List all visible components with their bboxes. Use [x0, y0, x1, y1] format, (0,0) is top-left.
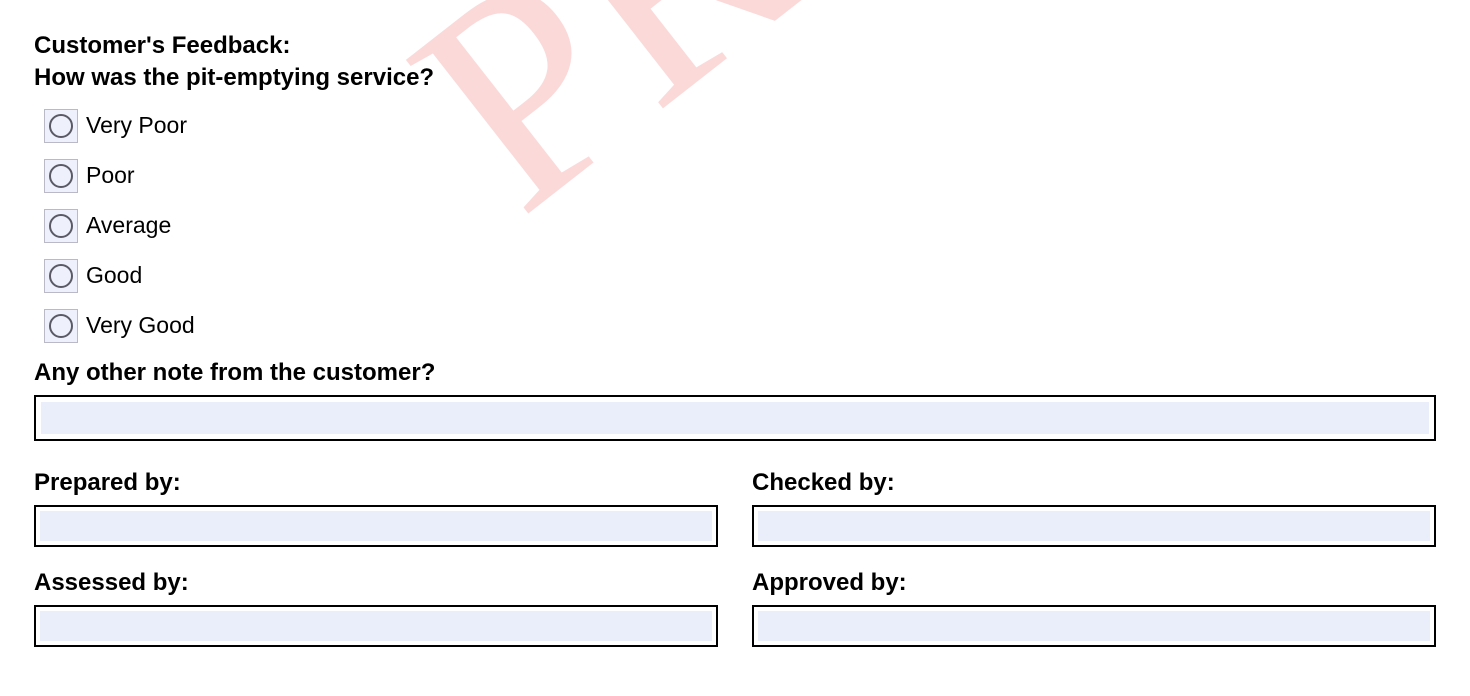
approved-by-field[interactable]: [752, 605, 1436, 647]
prepared-by-field[interactable]: [34, 505, 718, 547]
radio-icon: [44, 159, 78, 193]
prepared-by-label: Prepared by:: [34, 469, 718, 497]
option-label: Average: [86, 212, 171, 239]
option-poor[interactable]: Poor: [44, 159, 1436, 193]
option-average[interactable]: Average: [44, 209, 1436, 243]
assessed-by-field[interactable]: [34, 605, 718, 647]
option-label: Very Good: [86, 312, 195, 339]
approved-by-label: Approved by:: [752, 569, 1436, 597]
option-good[interactable]: Good: [44, 259, 1436, 293]
note-question: Any other note from the customer?: [34, 359, 1436, 387]
checked-by-label: Checked by:: [752, 469, 1436, 497]
customer-note-field[interactable]: [34, 395, 1436, 441]
option-very-poor[interactable]: Very Poor: [44, 109, 1436, 143]
feedback-title: Customer's Feedback:: [34, 30, 1436, 62]
radio-icon: [44, 309, 78, 343]
option-label: Very Poor: [86, 112, 187, 139]
option-very-good[interactable]: Very Good: [44, 309, 1436, 343]
radio-icon: [44, 209, 78, 243]
option-label: Poor: [86, 162, 135, 189]
checked-by-field[interactable]: [752, 505, 1436, 547]
radio-icon: [44, 109, 78, 143]
assessed-by-label: Assessed by:: [34, 569, 718, 597]
option-label: Good: [86, 262, 142, 289]
radio-icon: [44, 259, 78, 293]
rating-options: Very Poor Poor Average Good Very Good: [44, 109, 1436, 343]
feedback-question: How was the pit-emptying service?: [34, 62, 1436, 94]
